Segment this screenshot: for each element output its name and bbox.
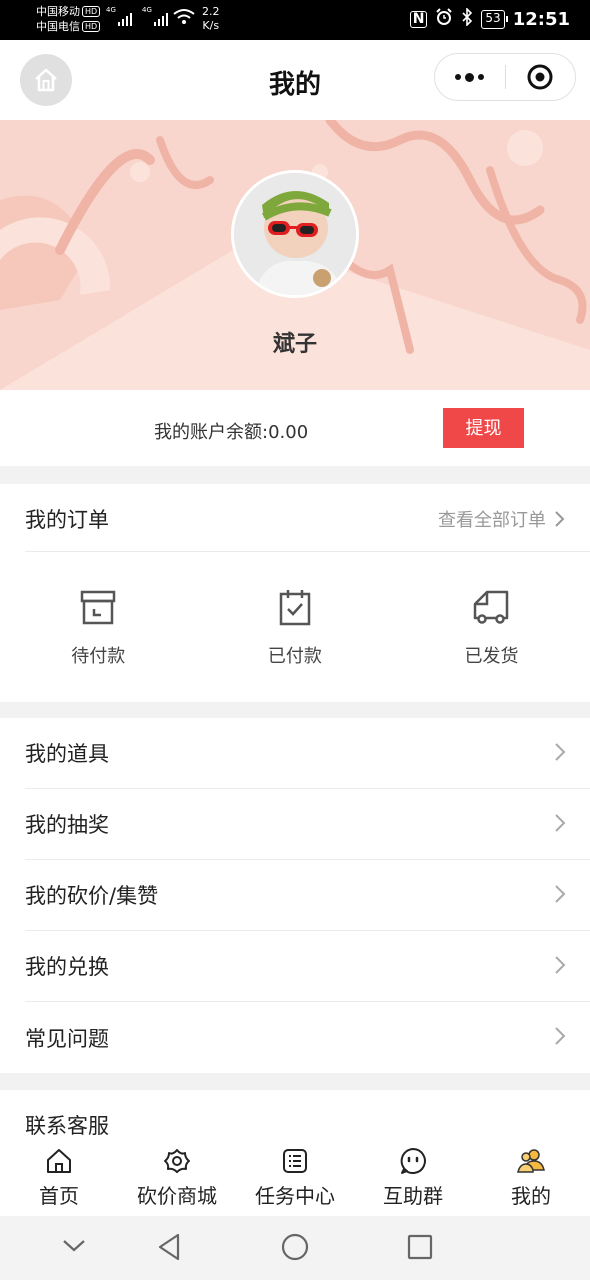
system-nav-bar bbox=[0, 1216, 590, 1280]
carrier-2: 中国电信 bbox=[36, 20, 80, 33]
hd-badge: HD bbox=[82, 21, 101, 32]
bluetooth-icon bbox=[461, 7, 473, 30]
chevron-right-icon bbox=[555, 511, 565, 527]
orders-section: 我的订单 查看全部订单 待付款 已付款 已发货 bbox=[0, 484, 590, 702]
chevron-down-icon bbox=[63, 1240, 85, 1252]
home-icon bbox=[47, 1149, 71, 1173]
battery-icon: 53 bbox=[481, 9, 509, 29]
chevron-right-icon bbox=[555, 743, 566, 761]
chevron-right-icon bbox=[555, 885, 566, 903]
tab-bar: 首页 砍价商城 任务中心 互助群 我的 bbox=[0, 1138, 590, 1216]
home-circle-icon bbox=[281, 1233, 309, 1261]
tab-bargain-mall[interactable]: 砍价商城 bbox=[118, 1138, 236, 1216]
carrier-1: 中国移动 bbox=[36, 5, 80, 18]
menu-item-my-exchange[interactable]: 我的兑换 bbox=[25, 931, 590, 1002]
order-paid[interactable]: 已付款 bbox=[197, 552, 394, 702]
chevron-right-icon bbox=[555, 1027, 566, 1045]
target-icon bbox=[527, 64, 553, 90]
flower-icon bbox=[164, 1149, 190, 1173]
chat-face-icon bbox=[400, 1148, 426, 1174]
menu-item-my-props[interactable]: 我的道具 bbox=[25, 718, 590, 789]
balance-section: 我的账户余额:0.00 提现 bbox=[0, 390, 590, 466]
task-list-icon bbox=[283, 1149, 307, 1173]
home-system-button[interactable] bbox=[281, 1232, 309, 1266]
status-bar: 中国移动 HD 中国电信 HD 4G 4G 2.2 K/s N 53 12:51 bbox=[0, 0, 590, 40]
withdraw-button[interactable]: 提现 bbox=[443, 408, 524, 448]
back-button[interactable] bbox=[156, 1232, 182, 1266]
contact-service-item[interactable]: 联系客服 bbox=[0, 1090, 590, 1140]
order-shipped[interactable]: 已发货 bbox=[393, 552, 590, 702]
calendar-check-icon bbox=[279, 590, 311, 626]
hd-badge: HD bbox=[82, 6, 101, 17]
nfc-icon: N bbox=[409, 10, 428, 28]
clock: 12:51 bbox=[512, 8, 570, 30]
tab-mine[interactable]: 我的 bbox=[472, 1138, 590, 1216]
menu-item-my-lottery[interactable]: 我的抽奖 bbox=[25, 789, 590, 860]
orders-header: 我的订单 查看全部订单 bbox=[25, 484, 590, 552]
nav-bar: 我的 bbox=[0, 40, 590, 120]
avatar-image bbox=[234, 173, 356, 295]
recent-apps-button[interactable] bbox=[407, 1232, 433, 1266]
square-icon bbox=[407, 1234, 433, 1260]
profile-banner: 斌子 bbox=[0, 120, 590, 390]
users-icon bbox=[517, 1149, 545, 1173]
username: 斌子 bbox=[272, 332, 317, 357]
collapse-button[interactable] bbox=[62, 1238, 86, 1258]
close-miniprogram-button[interactable] bbox=[506, 63, 576, 91]
avatar[interactable] bbox=[231, 170, 359, 298]
capsule-menu bbox=[434, 53, 576, 101]
delivery-truck-icon bbox=[474, 590, 509, 624]
view-all-orders-link[interactable]: 查看全部订单 bbox=[438, 506, 566, 532]
chevron-right-icon bbox=[555, 814, 566, 832]
order-pending-payment[interactable]: 待付款 bbox=[0, 552, 197, 702]
signal-icons: 4G 4G bbox=[106, 6, 170, 26]
alarm-icon bbox=[435, 8, 453, 30]
carrier-info: 中国移动 HD 中国电信 HD bbox=[36, 4, 101, 34]
tab-task-center[interactable]: 任务中心 bbox=[236, 1138, 354, 1216]
more-button[interactable] bbox=[435, 72, 505, 82]
wifi-icon bbox=[172, 8, 196, 30]
menu-item-faq[interactable]: 常见问题 bbox=[25, 1002, 590, 1073]
account-balance: 我的账户余额:0.00 bbox=[154, 422, 309, 443]
tab-home[interactable]: 首页 bbox=[0, 1138, 118, 1216]
archive-box-icon bbox=[81, 590, 116, 625]
signal-icon: 4G bbox=[142, 6, 170, 26]
back-triangle-icon bbox=[158, 1233, 180, 1261]
chevron-right-icon bbox=[555, 956, 566, 974]
signal-icon: 4G bbox=[106, 6, 134, 26]
menu-list: 我的道具 我的抽奖 我的砍价/集赞 我的兑换 常见问题 bbox=[0, 718, 590, 1073]
orders-title: 我的订单 bbox=[25, 508, 109, 532]
tab-mutual-group[interactable]: 互助群 bbox=[354, 1138, 472, 1216]
menu-item-my-bargain[interactable]: 我的砍价/集赞 bbox=[25, 860, 590, 931]
network-speed: 2.2 K/s bbox=[202, 5, 220, 32]
status-right: N 53 12:51 bbox=[409, 7, 570, 30]
